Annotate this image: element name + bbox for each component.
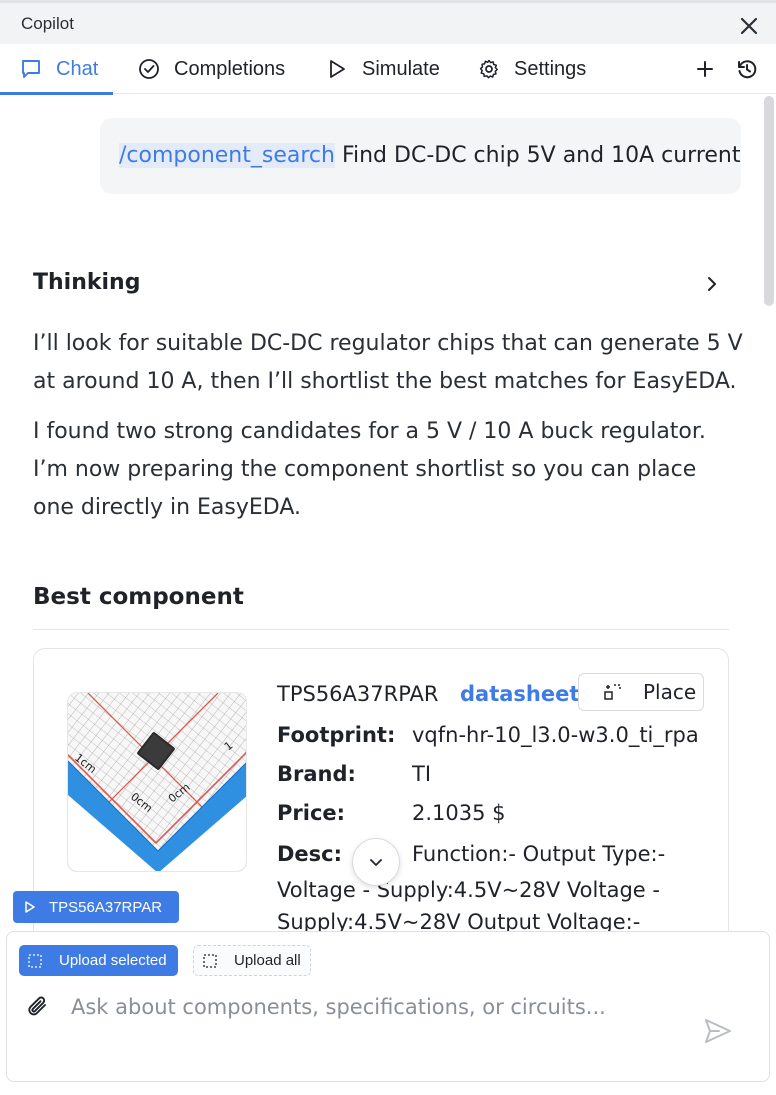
assistant-paragraph: I found two strong candidates for a 5 V …	[33, 419, 706, 520]
tab-label: Settings	[514, 57, 587, 80]
section-heading: Best component	[33, 584, 244, 610]
tab-label: Chat	[56, 57, 99, 80]
upload-selected-button[interactable]: Upload selected	[19, 945, 178, 976]
tab-bar: Chat Completions Simulate Settings	[0, 44, 776, 95]
play-icon	[330, 60, 345, 78]
footprint-key: Footprint:	[277, 723, 396, 747]
tab-label: Simulate	[362, 57, 440, 80]
user-message: /component_search Find DC-DC chip 5V and…	[100, 118, 741, 194]
selected-component-chip[interactable]: TPS56A37RPAR	[13, 891, 179, 923]
plus-icon[interactable]	[693, 57, 717, 81]
chat-bubble-icon	[22, 60, 40, 78]
history-icon[interactable]	[735, 57, 759, 81]
tab-settings[interactable]: Settings	[478, 44, 586, 94]
price-value: 2.1035 $	[412, 801, 506, 825]
scroll-to-bottom-button[interactable]	[352, 838, 400, 886]
upload-selected-label: Upload selected	[59, 952, 167, 969]
chat-input[interactable]	[71, 990, 691, 1024]
component-name: TPS56A37RPAR	[277, 682, 439, 706]
tab-chat[interactable]: Chat	[0, 44, 113, 95]
footprint-value: vqfn-hr-10_l3.0-w3.0_ti_rpa	[412, 723, 699, 747]
upload-all-label: Upload all	[234, 952, 301, 969]
send-icon[interactable]	[703, 1016, 733, 1046]
title-bar: Copilot	[0, 0, 776, 44]
price-row: Price: 2.1035 $	[277, 801, 506, 825]
selection-icon	[28, 953, 42, 968]
brand-value: TI	[412, 762, 432, 786]
check-circle-icon	[139, 59, 159, 79]
paperclip-icon[interactable]	[25, 994, 51, 1020]
selection-icon	[203, 953, 217, 968]
place-button[interactable]: Place	[578, 673, 704, 711]
brand-row: Brand: TI	[277, 762, 431, 786]
price-key: Price:	[277, 801, 346, 825]
scrollbar[interactable]	[764, 96, 774, 306]
assistant-paragraph: I’ll look for suitable DC-DC regulator c…	[33, 331, 743, 394]
component-image: 1cm 0cm 0cm 1	[67, 692, 247, 872]
desc-value: Function:- Output Type:-	[412, 842, 666, 866]
brand-key: Brand:	[277, 762, 356, 786]
upload-all-button[interactable]: Upload all	[193, 945, 311, 976]
user-message-text: Find DC-DC chip 5V and 10A current	[334, 143, 741, 168]
footprint-row: Footprint: vqfn-hr-10_l3.0-w3.0_ti_rpa	[277, 723, 699, 747]
command-token: /component_search	[119, 143, 335, 168]
chevron-right-icon	[708, 277, 716, 291]
divider	[33, 629, 729, 630]
chat-composer: Upload selected Upload all	[6, 931, 770, 1082]
place-label: Place	[643, 680, 697, 704]
tab-completions[interactable]: Completions	[138, 44, 285, 94]
datasheet-link[interactable]: datasheet	[460, 682, 579, 706]
thinking-label: Thinking	[33, 270, 141, 295]
desc-continuation: Voltage - Supply:4.5V~28V Voltage - Supp…	[277, 878, 660, 934]
gear-icon	[479, 59, 498, 79]
close-icon[interactable]	[736, 13, 762, 39]
tab-simulate[interactable]: Simulate	[326, 44, 440, 94]
thinking-toggle[interactable]: Thinking	[33, 270, 723, 300]
window-title: Copilot	[21, 14, 74, 33]
place-icon	[604, 684, 621, 700]
play-icon	[25, 901, 35, 913]
chevron-down-icon	[370, 859, 382, 866]
tab-label: Completions	[174, 57, 286, 80]
desc-row: Desc: Function:- Output Type:-	[277, 842, 665, 866]
chip-label: TPS56A37RPAR	[49, 898, 163, 916]
